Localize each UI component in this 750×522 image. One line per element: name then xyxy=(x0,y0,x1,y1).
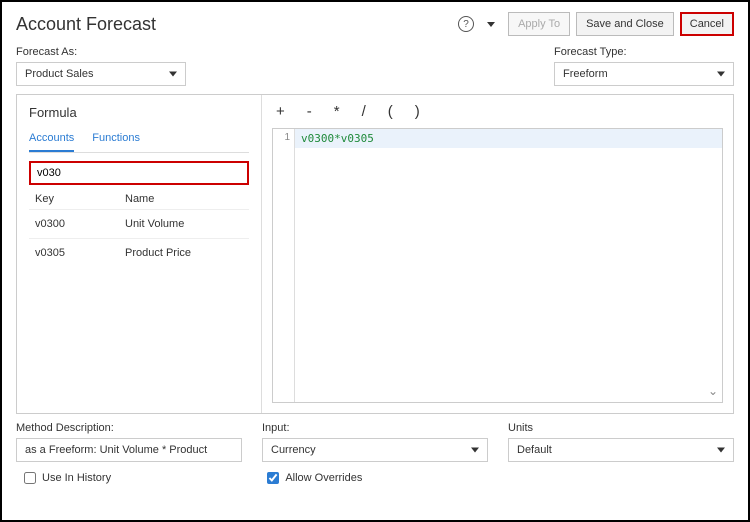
caret-down-icon xyxy=(717,448,725,453)
op-mult[interactable]: * xyxy=(334,103,340,120)
use-in-history-input[interactable] xyxy=(24,472,36,484)
page-title: Account Forecast xyxy=(16,14,156,35)
row-key: v0300 xyxy=(35,218,125,230)
caret-down-icon xyxy=(717,72,725,77)
apply-to-button: Apply To xyxy=(508,12,570,36)
units-value: Default xyxy=(517,444,552,456)
use-in-history-checkbox[interactable]: Use In History xyxy=(24,472,247,484)
forecast-type-select[interactable]: Freeform xyxy=(554,62,734,86)
formula-heading: Formula xyxy=(29,105,249,120)
resize-handle-icon[interactable]: ⌄ xyxy=(708,384,718,398)
caret-down-icon xyxy=(169,72,177,77)
row-key: v0305 xyxy=(35,247,125,259)
input-label: Input: xyxy=(262,422,488,434)
allow-overrides-input[interactable] xyxy=(267,472,279,484)
row-name: Product Price xyxy=(125,247,191,259)
formula-expression: v0300*v0305 xyxy=(295,129,722,148)
forecast-as-label: Forecast As: xyxy=(16,46,534,58)
forecast-as-value: Product Sales xyxy=(25,68,93,80)
op-plus[interactable]: + xyxy=(276,103,285,120)
allow-overrides-label: Allow Overrides xyxy=(285,472,362,484)
use-in-history-label: Use In History xyxy=(42,472,111,484)
help-icon[interactable]: ? xyxy=(458,16,474,32)
forecast-type-label: Forecast Type: xyxy=(554,46,734,58)
table-row[interactable]: v0305 Product Price xyxy=(29,238,249,267)
tab-accounts[interactable]: Accounts xyxy=(29,128,74,152)
input-value: Currency xyxy=(271,444,316,456)
allow-overrides-checkbox[interactable]: Allow Overrides xyxy=(267,472,490,484)
units-label: Units xyxy=(508,422,734,434)
row-name: Unit Volume xyxy=(125,218,184,230)
input-select[interactable]: Currency xyxy=(262,438,488,462)
method-description-value: as a Freeform: Unit Volume * Product xyxy=(16,438,242,462)
line-number: 1 xyxy=(273,129,295,402)
header-menu-caret[interactable] xyxy=(480,13,502,35)
forecast-type-value: Freeform xyxy=(563,68,608,80)
op-lparen[interactable]: ( xyxy=(388,103,393,120)
units-select[interactable]: Default xyxy=(508,438,734,462)
column-name-header: Name xyxy=(125,193,154,205)
save-and-close-button[interactable]: Save and Close xyxy=(576,12,674,36)
forecast-as-select[interactable]: Product Sales xyxy=(16,62,186,86)
op-rparen[interactable]: ) xyxy=(415,103,420,120)
column-key-header: Key xyxy=(35,193,125,205)
table-row[interactable]: v0300 Unit Volume xyxy=(29,209,249,238)
formula-editor[interactable]: 1 v0300*v0305 ⌄ xyxy=(272,128,723,403)
caret-down-icon xyxy=(471,448,479,453)
accounts-filter-input[interactable] xyxy=(29,161,249,185)
method-description-label: Method Description: xyxy=(16,422,242,434)
op-div[interactable]: / xyxy=(362,103,366,120)
cancel-button[interactable]: Cancel xyxy=(680,12,734,36)
tab-functions[interactable]: Functions xyxy=(92,128,140,152)
op-minus[interactable]: - xyxy=(307,103,312,120)
